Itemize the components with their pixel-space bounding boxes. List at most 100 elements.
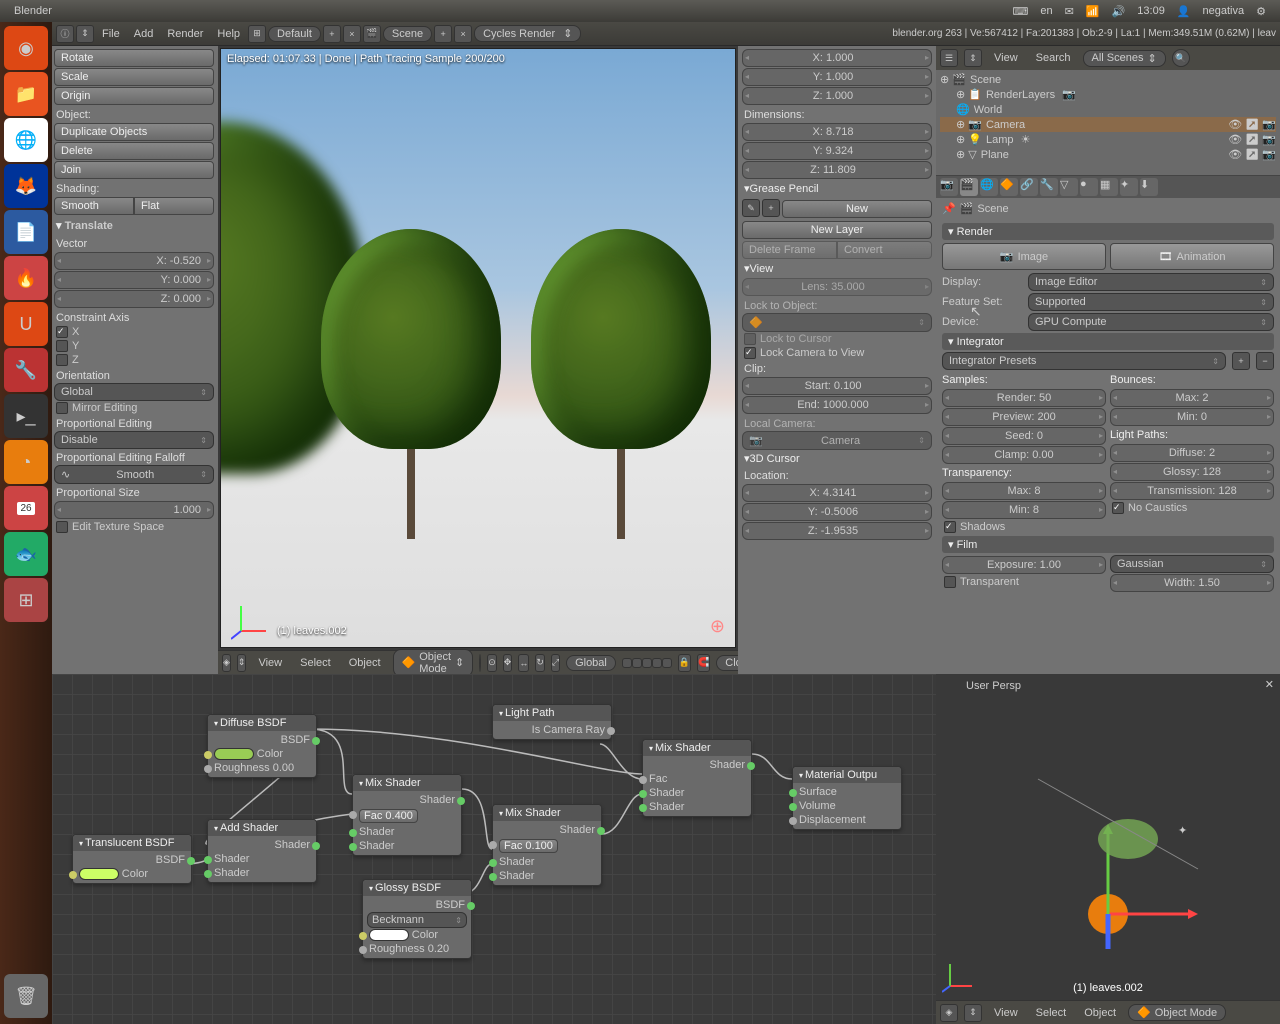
tab-constraint-icon[interactable]: 🔗: [1020, 178, 1038, 196]
manipulator-icon[interactable]: ✥: [503, 654, 513, 672]
exposure-field[interactable]: Exposure: 1.00: [942, 556, 1106, 574]
tab-physics-icon[interactable]: ⬇: [1140, 178, 1158, 196]
vp-object-menu[interactable]: Object: [343, 655, 387, 671]
mini-expand-icon[interactable]: ⇕: [964, 1004, 982, 1022]
editor-type-icon[interactable]: ◈: [222, 654, 231, 672]
cursor-z[interactable]: Z: -1.9535: [742, 522, 932, 540]
pencil-icon[interactable]: ✎: [742, 199, 760, 217]
render-section-header[interactable]: Render: [942, 223, 1274, 240]
clock[interactable]: 13:09: [1137, 5, 1165, 17]
rotate-button[interactable]: Rotate: [54, 49, 214, 67]
outliner-scene[interactable]: ⊕ 🎬 Scene: [940, 72, 1276, 87]
gp-new-button[interactable]: New: [782, 200, 932, 218]
add-gp-icon[interactable]: +: [762, 199, 780, 217]
pin-icon[interactable]: 📌: [942, 202, 956, 215]
volume-icon[interactable]: 🔊: [1112, 5, 1126, 18]
menu-file[interactable]: File: [96, 26, 126, 42]
bounces-max[interactable]: Max: 2: [1110, 389, 1274, 407]
username[interactable]: negativa: [1203, 5, 1245, 17]
tab-particles-icon[interactable]: ✦: [1120, 178, 1138, 196]
tab-texture-icon[interactable]: ▦: [1100, 178, 1118, 196]
scale-button[interactable]: Scale: [54, 68, 214, 86]
origin-button[interactable]: Origin: [54, 87, 214, 105]
expand-icon[interactable]: ⇕: [237, 654, 247, 672]
lock-to-cursor[interactable]: Lock to Cursor: [742, 332, 932, 346]
orientation-dropdown[interactable]: Global: [54, 383, 214, 401]
app2-icon[interactable]: 🐟: [4, 532, 48, 576]
flat-button[interactable]: Flat: [134, 197, 214, 215]
mail-icon[interactable]: ✉: [1065, 5, 1074, 18]
add-layout-icon[interactable]: +: [323, 25, 341, 43]
shadows-check[interactable]: Shadows: [942, 520, 1274, 534]
layout-selector[interactable]: Default: [268, 26, 321, 42]
scene-selector[interactable]: Scene: [383, 26, 432, 42]
clip-end[interactable]: End: 1000.000: [742, 396, 932, 414]
gp-delframe-button[interactable]: Delete Frame: [742, 241, 837, 259]
ubuntu-icon[interactable]: U: [4, 302, 48, 346]
remove-layout-icon[interactable]: ×: [343, 25, 361, 43]
featureset-dropdown[interactable]: Supported: [1028, 293, 1274, 311]
tab-world-icon[interactable]: 🌐: [980, 178, 998, 196]
outliner-view-menu[interactable]: View: [988, 50, 1024, 66]
view-header[interactable]: View: [742, 260, 932, 277]
shading-mode-icon[interactable]: [479, 654, 481, 672]
render-image-button[interactable]: 📷 Image: [942, 243, 1106, 270]
add-scene-icon[interactable]: +: [434, 25, 452, 43]
lock-camera-to-view[interactable]: Lock Camera to View: [742, 346, 932, 360]
filter-dropdown[interactable]: Gaussian: [1110, 555, 1274, 573]
mini-editor-type-icon[interactable]: ◈: [940, 1004, 958, 1022]
tab-scene-icon[interactable]: 🎬: [960, 178, 978, 196]
outliner-plane[interactable]: ⊕ ▽ Plane👁 ↗ 📷: [940, 147, 1276, 162]
dim-x[interactable]: X: 8.718: [742, 123, 932, 141]
dash-icon[interactable]: ◉: [4, 26, 48, 70]
transp-max[interactable]: Max: 8: [942, 482, 1106, 500]
transp-min[interactable]: Min: 8: [942, 501, 1106, 519]
orientation-vp[interactable]: Global: [566, 655, 616, 671]
gear-icon[interactable]: ⚙: [1256, 5, 1266, 18]
bounces-min[interactable]: Min: 0: [1110, 408, 1274, 426]
node-mix-shader-2[interactable]: Mix Shader Shader Fac 0.100 Shader Shade…: [492, 804, 602, 886]
edit-texture-space[interactable]: Edit Texture Space: [54, 520, 214, 534]
outliner-type-icon[interactable]: ☰: [940, 49, 958, 67]
firefox-icon[interactable]: 🦊: [4, 164, 48, 208]
dim-z[interactable]: Z: 11.809: [742, 161, 932, 179]
search-icon[interactable]: 🔍: [1172, 49, 1190, 67]
local-camera-field[interactable]: 📷 Camera: [742, 431, 932, 450]
menu-add[interactable]: Add: [128, 26, 160, 42]
render-animation-button[interactable]: 🎞 Animation: [1110, 243, 1274, 270]
menu-render[interactable]: Render: [161, 26, 209, 42]
scale-z[interactable]: Z: 1.000: [742, 87, 932, 105]
input-lang[interactable]: en: [1040, 5, 1052, 17]
transparent-check[interactable]: Transparent: [942, 575, 1106, 589]
lock-icon[interactable]: 🔒: [678, 654, 691, 672]
glossy-dist-dropdown[interactable]: Beckmann: [367, 912, 467, 928]
seed-field[interactable]: Seed: 0: [942, 427, 1106, 445]
settings-icon[interactable]: 🔧: [4, 348, 48, 392]
glossy-bounces[interactable]: Glossy: 128: [1110, 463, 1274, 481]
cursor-y[interactable]: Y: -0.5006: [742, 503, 932, 521]
propsize-field[interactable]: 1.000: [54, 501, 214, 519]
info-icon[interactable]: ⓘ: [56, 25, 74, 43]
terminal-icon[interactable]: ▸_: [4, 394, 48, 438]
tab-material-icon[interactable]: ●: [1080, 178, 1098, 196]
render-samples[interactable]: Render: 50: [942, 389, 1106, 407]
filter-width[interactable]: Width: 1.50: [1110, 574, 1274, 592]
integrator-presets[interactable]: Integrator Presets: [942, 352, 1226, 370]
delete-button[interactable]: Delete: [54, 142, 214, 160]
constraint-x[interactable]: X: [54, 325, 214, 339]
gp-newlayer-button[interactable]: New Layer: [742, 221, 932, 239]
outliner-expand-icon[interactable]: ⇕: [964, 49, 982, 67]
join-button[interactable]: Join: [54, 161, 214, 179]
tab-modifier-icon[interactable]: 🔧: [1040, 178, 1058, 196]
outliner-lamp[interactable]: ⊕ 💡 Lamp ☀👁 ↗ 📷: [940, 132, 1276, 147]
clamp-field[interactable]: Clamp: 0.00: [942, 446, 1106, 464]
node-glossy-bsdf[interactable]: Glossy BSDF BSDF Beckmann Color Roughnes…: [362, 879, 472, 959]
mini-object-menu[interactable]: Object: [1078, 1005, 1122, 1021]
tab-render-icon[interactable]: 📷: [940, 178, 958, 196]
blender-icon[interactable]: ◔: [4, 440, 48, 484]
node-editor[interactable]: Diffuse BSDF BSDF Color Roughness 0.00 T…: [52, 674, 936, 1024]
menu-help[interactable]: Help: [211, 26, 246, 42]
writer-icon[interactable]: 📄: [4, 210, 48, 254]
node-add-shader[interactable]: Add Shader Shader Shader Shader: [207, 819, 317, 883]
scale-x[interactable]: X: 1.000: [742, 49, 932, 67]
